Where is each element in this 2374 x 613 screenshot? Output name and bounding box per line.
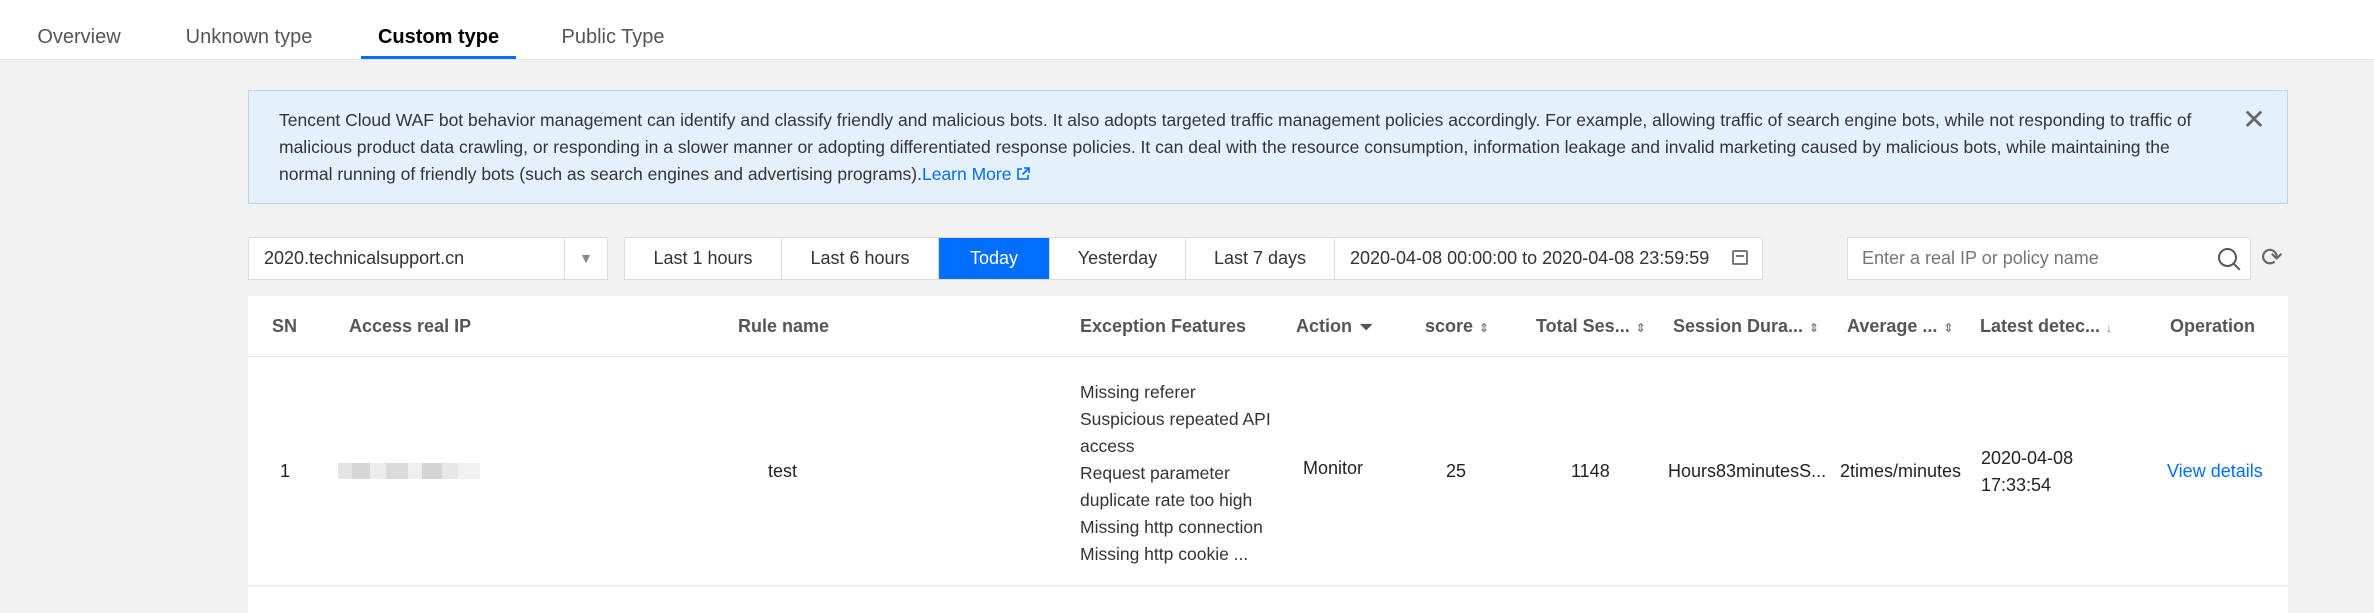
sort-icon[interactable]: ⇕ — [1943, 321, 1953, 335]
range-last-7-days[interactable]: Last 7 days — [1186, 238, 1335, 279]
sort-icon[interactable]: ⇕ — [1809, 321, 1819, 335]
cell-action: Monitor — [1303, 458, 1364, 478]
feature-item: duplicate rate too high — [1080, 490, 1253, 510]
cell-average: 2times/minutes — [1840, 461, 1962, 481]
header-action: Action ⏷ — [1296, 316, 1373, 336]
bot-table: SN Access real IP Rule name Exception Fe… — [248, 296, 2288, 613]
cell-total-sessions: 1148 — [1571, 461, 1610, 481]
header-operation: Operation — [2170, 316, 2256, 336]
search-icon[interactable] — [2218, 248, 2237, 267]
close-icon[interactable]: ✕ — [2239, 105, 2269, 135]
chevron-down-icon[interactable]: ▼ — [564, 238, 607, 279]
cell-session-duration: Hours83minutesS... — [1668, 461, 1827, 481]
date-range-value: 2020-04-08 00:00:00 to 2020-04-08 23:59:… — [1350, 248, 1710, 268]
search-input[interactable] — [1847, 237, 2251, 280]
range-last-6-hours[interactable]: Last 6 hours — [782, 238, 939, 279]
range-last-1-hours[interactable]: Last 1 hours — [625, 238, 782, 279]
cell-rule-name: test — [768, 461, 798, 481]
cell-latest-detection: 2020-04-08 17:33:54 — [1981, 445, 2073, 499]
table-header: SN Access real IP Rule name Exception Fe… — [248, 296, 2288, 357]
tab-overview[interactable]: Overview — [34, 0, 124, 59]
cell-score: 25 — [1446, 461, 1467, 481]
filter-toolbar: 2020.technicalsupport.cn ▼ Last 1 hours … — [0, 237, 2374, 280]
sort-desc-icon[interactable]: ↓ — [2106, 321, 2112, 335]
refresh-icon[interactable]: ⟳ — [2261, 241, 2283, 273]
cell-exception-features: Missing referer Suspicious repeated API … — [1080, 379, 1271, 568]
header-exception-features: Exception Features — [1080, 316, 1247, 336]
header-sn: SN — [272, 316, 298, 336]
range-today[interactable]: Today — [939, 238, 1050, 279]
feature-item: Request parameter — [1080, 463, 1230, 483]
notice-text: Tencent Cloud WAF bot behavior managemen… — [279, 110, 2192, 184]
header-access-ip: Access real IP — [349, 316, 472, 336]
sort-icon[interactable]: ⇕ — [1479, 321, 1489, 335]
feature-item: Missing http cookie ... — [1080, 544, 1249, 564]
filter-icon[interactable]: ⏷ — [1360, 319, 1373, 336]
calendar-icon[interactable] — [1732, 250, 1748, 265]
header-total-sessions: Total Ses... ⇕ — [1536, 316, 1646, 336]
learn-more-link[interactable]: Learn More — [922, 164, 1031, 184]
table-row: 1 test Missing referer Suspicious repeat… — [248, 357, 2288, 586]
feature-item: Missing referer — [1080, 382, 1196, 402]
latest-time: 17:33:54 — [1981, 475, 2052, 495]
sort-icon[interactable]: ⇕ — [1636, 321, 1646, 335]
view-details-link[interactable]: View details — [2167, 461, 2263, 482]
feature-item: Missing http connection — [1080, 517, 1263, 537]
header-average: Average ... ⇕ — [1847, 316, 1954, 336]
feature-item: Suspicious repeated API — [1080, 409, 1271, 429]
header-rule-name: Rule name — [738, 316, 830, 336]
date-range-field[interactable]: 2020-04-08 00:00:00 to 2020-04-08 23:59:… — [1335, 238, 1762, 279]
domain-select-value: 2020.technicalsupport.cn — [264, 248, 465, 268]
info-notice: Tencent Cloud WAF bot behavior managemen… — [248, 90, 2288, 204]
latest-date: 2020-04-08 — [1981, 448, 2074, 468]
time-range-picker: Last 1 hours Last 6 hours Today Yesterda… — [624, 237, 1763, 280]
header-latest-detection: Latest detec... ↓ — [1980, 316, 2113, 336]
cell-sn: 1 — [280, 461, 291, 481]
domain-select[interactable]: 2020.technicalsupport.cn ▼ — [248, 237, 608, 280]
header-session-duration: Session Dura... ⇕ — [1673, 316, 1820, 336]
header-score: score ⇕ — [1425, 316, 1490, 336]
tab-public-type[interactable]: Public Type — [560, 0, 666, 59]
tab-custom-type[interactable]: Custom type — [361, 0, 516, 59]
tab-unknown-type[interactable]: Unknown type — [180, 0, 318, 59]
tab-bar: Overview Unknown type Custom type Public… — [0, 0, 2374, 60]
external-link-icon — [1017, 167, 1031, 180]
masked-ip — [338, 463, 480, 479]
range-yesterday[interactable]: Yesterday — [1050, 238, 1186, 279]
feature-item: access — [1080, 436, 1135, 456]
